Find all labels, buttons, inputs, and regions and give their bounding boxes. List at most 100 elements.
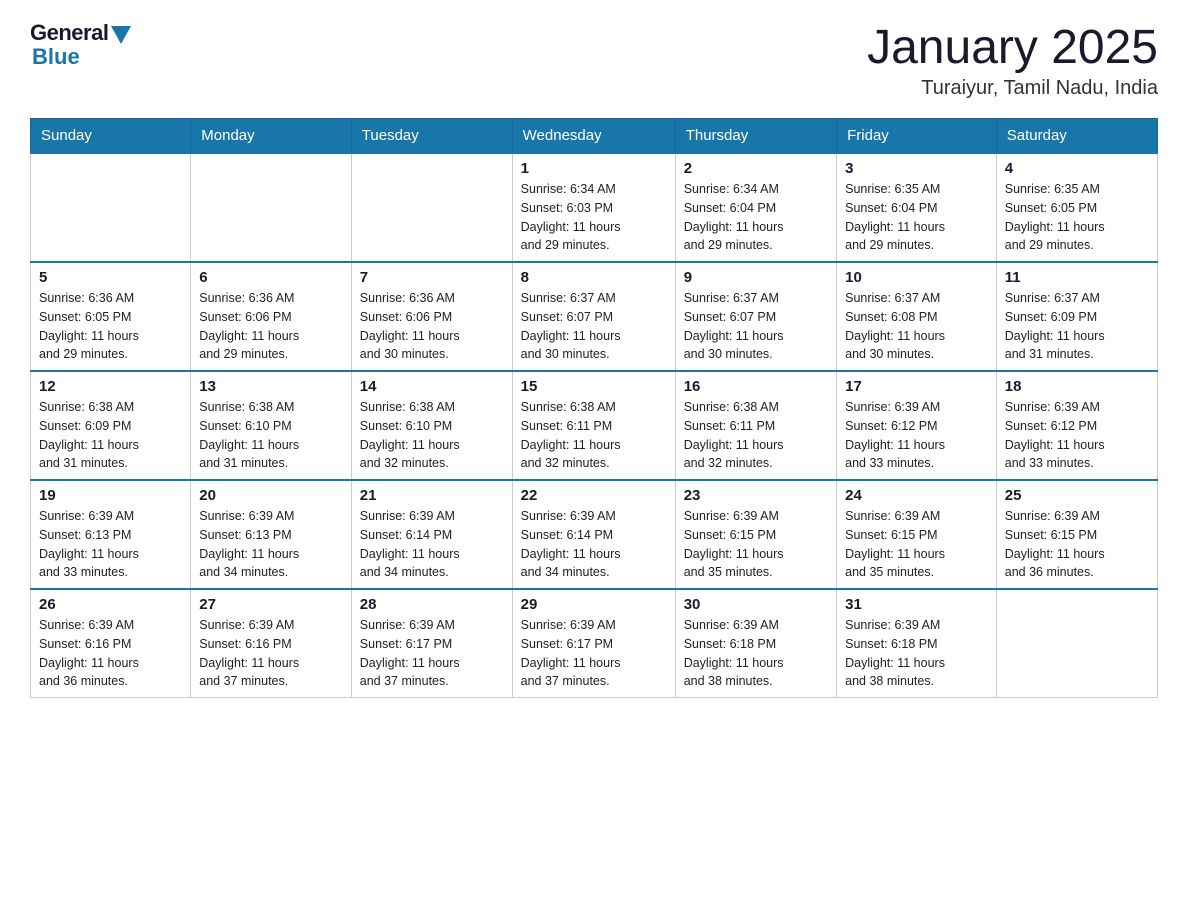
cell-day-number: 14 bbox=[360, 378, 504, 395]
cell-info-text: Sunrise: 6:37 AMSunset: 6:07 PMDaylight:… bbox=[521, 289, 667, 364]
calendar-cell: 9Sunrise: 6:37 AMSunset: 6:07 PMDaylight… bbox=[675, 262, 836, 371]
cell-info-text: Sunrise: 6:38 AMSunset: 6:11 PMDaylight:… bbox=[684, 398, 828, 473]
calendar-cell: 2 Sunrise: 6:34 AMSunset: 6:04 PMDaylight… bbox=[675, 153, 836, 262]
cell-info-text: Sunrise: 6:38 AMSunset: 6:09 PMDaylight:… bbox=[39, 398, 182, 473]
cell-info-text: Sunrise: 6:39 AMSunset: 6:14 PMDaylight:… bbox=[360, 507, 504, 582]
calendar-cell: 19 Sunrise: 6:39 AMSunset: 6:13 PMDayligh… bbox=[31, 480, 191, 589]
cell-day-number: 2 bbox=[684, 160, 828, 177]
cell-day-number: 15 bbox=[521, 378, 667, 395]
calendar-cell: 13Sunrise: 6:38 AMSunset: 6:10 PMDayligh… bbox=[191, 371, 352, 480]
cell-day-number: 20 bbox=[199, 487, 343, 504]
cell-info-text: Sunrise: 6:39 AMSunset: 6:15 PMDaylight:… bbox=[845, 507, 988, 582]
column-header-tuesday: Tuesday bbox=[351, 119, 512, 154]
cell-day-number: 22 bbox=[521, 487, 667, 504]
calendar-cell: 22Sunrise: 6:39 AMSunset: 6:14 PMDayligh… bbox=[512, 480, 675, 589]
calendar-cell bbox=[996, 589, 1157, 698]
calendar-cell: 17 Sunrise: 6:39 AMSunset: 6:12 PMDayligh… bbox=[837, 371, 997, 480]
calendar-cell: 3 Sunrise: 6:35 AMSunset: 6:04 PMDaylight… bbox=[837, 153, 997, 262]
calendar-cell bbox=[351, 153, 512, 262]
cell-info-text: Sunrise: 6:39 AMSunset: 6:17 PMDaylight:… bbox=[521, 616, 667, 691]
cell-info-text: Sunrise: 6:37 AMSunset: 6:08 PMDaylight:… bbox=[845, 289, 988, 364]
cell-info-text: Sunrise: 6:34 AMSunset: 6:04 PMDaylight:… bbox=[684, 180, 828, 255]
cell-info-text: Sunrise: 6:36 AMSunset: 6:06 PMDaylight:… bbox=[199, 289, 343, 364]
calendar-cell: 6 Sunrise: 6:36 AMSunset: 6:06 PMDaylight… bbox=[191, 262, 352, 371]
calendar-cell: 15 Sunrise: 6:38 AMSunset: 6:11 PMDayligh… bbox=[512, 371, 675, 480]
calendar-cell: 8Sunrise: 6:37 AMSunset: 6:07 PMDaylight… bbox=[512, 262, 675, 371]
cell-info-text: Sunrise: 6:39 AMSunset: 6:13 PMDaylight:… bbox=[39, 507, 182, 582]
logo-triangle-icon bbox=[111, 26, 131, 44]
cell-day-number: 13 bbox=[199, 378, 343, 395]
cell-day-number: 7 bbox=[360, 269, 504, 286]
logo-blue-text: Blue bbox=[32, 44, 80, 70]
cell-day-number: 18 bbox=[1005, 378, 1149, 395]
cell-day-number: 25 bbox=[1005, 487, 1149, 504]
calendar-cell: 31 Sunrise: 6:39 AMSunset: 6:18 PMDayligh… bbox=[837, 589, 997, 698]
column-header-thursday: Thursday bbox=[675, 119, 836, 154]
calendar-header-row: SundayMondayTuesdayWednesdayThursdayFrid… bbox=[31, 119, 1158, 154]
cell-day-number: 26 bbox=[39, 596, 182, 613]
calendar-body: 1 Sunrise: 6:34 AMSunset: 6:03 PMDaylight… bbox=[31, 153, 1158, 698]
calendar-cell: 23 Sunrise: 6:39 AMSunset: 6:15 PMDayligh… bbox=[675, 480, 836, 589]
cell-info-text: Sunrise: 6:39 AMSunset: 6:18 PMDaylight:… bbox=[684, 616, 828, 691]
calendar-cell: 29Sunrise: 6:39 AMSunset: 6:17 PMDayligh… bbox=[512, 589, 675, 698]
cell-info-text: Sunrise: 6:39 AMSunset: 6:18 PMDaylight:… bbox=[845, 616, 988, 691]
cell-info-text: Sunrise: 6:36 AMSunset: 6:06 PMDaylight:… bbox=[360, 289, 504, 364]
calendar-week-4: 19 Sunrise: 6:39 AMSunset: 6:13 PMDayligh… bbox=[31, 480, 1158, 589]
calendar-cell: 18 Sunrise: 6:39 AMSunset: 6:12 PMDayligh… bbox=[996, 371, 1157, 480]
calendar-cell: 21 Sunrise: 6:39 AMSunset: 6:14 PMDayligh… bbox=[351, 480, 512, 589]
calendar-cell: 5Sunrise: 6:36 AMSunset: 6:05 PMDaylight… bbox=[31, 262, 191, 371]
logo: General Blue bbox=[30, 20, 131, 70]
cell-info-text: Sunrise: 6:35 AMSunset: 6:04 PMDaylight:… bbox=[845, 180, 988, 255]
calendar-cell: 30 Sunrise: 6:39 AMSunset: 6:18 PMDayligh… bbox=[675, 589, 836, 698]
column-header-monday: Monday bbox=[191, 119, 352, 154]
cell-day-number: 3 bbox=[845, 160, 988, 177]
calendar-cell: 11Sunrise: 6:37 AMSunset: 6:09 PMDayligh… bbox=[996, 262, 1157, 371]
cell-day-number: 17 bbox=[845, 378, 988, 395]
cell-info-text: Sunrise: 6:38 AMSunset: 6:11 PMDaylight:… bbox=[521, 398, 667, 473]
cell-day-number: 4 bbox=[1005, 160, 1149, 177]
cell-day-number: 9 bbox=[684, 269, 828, 286]
cell-day-number: 6 bbox=[199, 269, 343, 286]
cell-info-text: Sunrise: 6:39 AMSunset: 6:15 PMDaylight:… bbox=[1005, 507, 1149, 582]
subtitle: Turaiyur, Tamil Nadu, India bbox=[867, 77, 1158, 100]
cell-info-text: Sunrise: 6:35 AMSunset: 6:05 PMDaylight:… bbox=[1005, 180, 1149, 255]
column-header-wednesday: Wednesday bbox=[512, 119, 675, 154]
cell-day-number: 23 bbox=[684, 487, 828, 504]
cell-day-number: 12 bbox=[39, 378, 182, 395]
calendar-cell: 24Sunrise: 6:39 AMSunset: 6:15 PMDayligh… bbox=[837, 480, 997, 589]
cell-info-text: Sunrise: 6:36 AMSunset: 6:05 PMDaylight:… bbox=[39, 289, 182, 364]
cell-info-text: Sunrise: 6:39 AMSunset: 6:17 PMDaylight:… bbox=[360, 616, 504, 691]
calendar-cell: 12 Sunrise: 6:38 AMSunset: 6:09 PMDayligh… bbox=[31, 371, 191, 480]
cell-day-number: 1 bbox=[521, 160, 667, 177]
calendar-cell bbox=[31, 153, 191, 262]
calendar-cell: 20 Sunrise: 6:39 AMSunset: 6:13 PMDayligh… bbox=[191, 480, 352, 589]
cell-info-text: Sunrise: 6:38 AMSunset: 6:10 PMDaylight:… bbox=[360, 398, 504, 473]
calendar-week-1: 1 Sunrise: 6:34 AMSunset: 6:03 PMDaylight… bbox=[31, 153, 1158, 262]
column-header-friday: Friday bbox=[837, 119, 997, 154]
calendar-cell: 4 Sunrise: 6:35 AMSunset: 6:05 PMDaylight… bbox=[996, 153, 1157, 262]
cell-info-text: Sunrise: 6:39 AMSunset: 6:16 PMDaylight:… bbox=[39, 616, 182, 691]
logo-general-text: General bbox=[30, 20, 108, 46]
cell-info-text: Sunrise: 6:39 AMSunset: 6:12 PMDaylight:… bbox=[1005, 398, 1149, 473]
calendar-cell bbox=[191, 153, 352, 262]
cell-day-number: 16 bbox=[684, 378, 828, 395]
cell-day-number: 21 bbox=[360, 487, 504, 504]
calendar-cell: 16 Sunrise: 6:38 AMSunset: 6:11 PMDayligh… bbox=[675, 371, 836, 480]
cell-day-number: 28 bbox=[360, 596, 504, 613]
cell-day-number: 31 bbox=[845, 596, 988, 613]
calendar-cell: 27Sunrise: 6:39 AMSunset: 6:16 PMDayligh… bbox=[191, 589, 352, 698]
cell-info-text: Sunrise: 6:39 AMSunset: 6:15 PMDaylight:… bbox=[684, 507, 828, 582]
calendar-cell: 26 Sunrise: 6:39 AMSunset: 6:16 PMDayligh… bbox=[31, 589, 191, 698]
column-header-saturday: Saturday bbox=[996, 119, 1157, 154]
cell-info-text: Sunrise: 6:39 AMSunset: 6:12 PMDaylight:… bbox=[845, 398, 988, 473]
calendar-week-5: 26 Sunrise: 6:39 AMSunset: 6:16 PMDayligh… bbox=[31, 589, 1158, 698]
calendar-table: SundayMondayTuesdayWednesdayThursdayFrid… bbox=[30, 118, 1158, 698]
cell-info-text: Sunrise: 6:34 AMSunset: 6:03 PMDaylight:… bbox=[521, 180, 667, 255]
cell-info-text: Sunrise: 6:39 AMSunset: 6:13 PMDaylight:… bbox=[199, 507, 343, 582]
calendar-cell: 10 Sunrise: 6:37 AMSunset: 6:08 PMDayligh… bbox=[837, 262, 997, 371]
calendar-cell: 14 Sunrise: 6:38 AMSunset: 6:10 PMDayligh… bbox=[351, 371, 512, 480]
cell-day-number: 10 bbox=[845, 269, 988, 286]
calendar-cell: 7 Sunrise: 6:36 AMSunset: 6:06 PMDaylight… bbox=[351, 262, 512, 371]
cell-day-number: 30 bbox=[684, 596, 828, 613]
cell-day-number: 19 bbox=[39, 487, 182, 504]
